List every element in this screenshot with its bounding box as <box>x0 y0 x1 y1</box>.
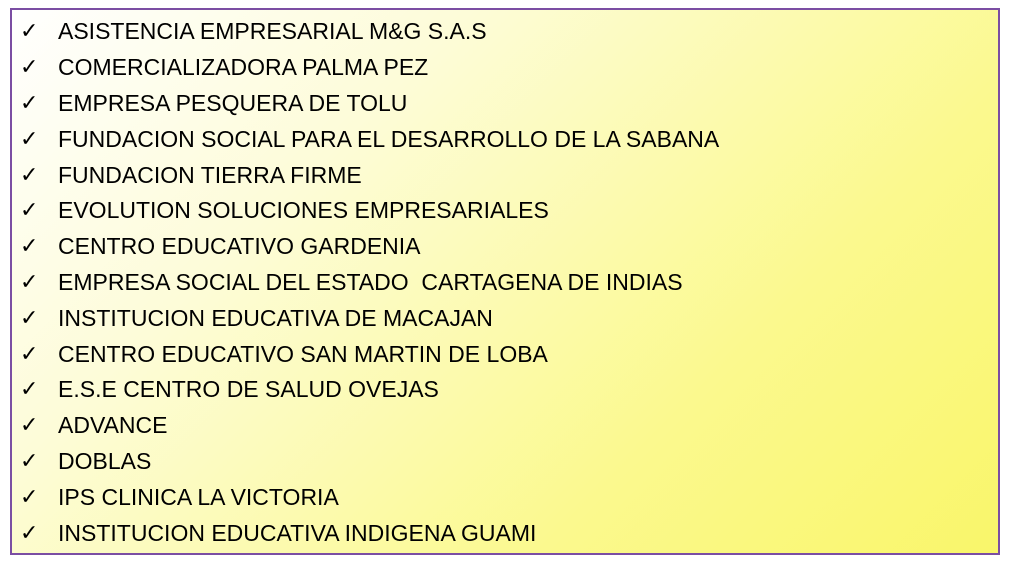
list-item-label: EVOLUTION SOLUCIONES EMPRESARIALES <box>58 197 549 224</box>
list-item: ✓ ASISTENCIA EMPRESARIAL M&G S.A.S <box>20 14 990 50</box>
organization-list-panel: ✓ ASISTENCIA EMPRESARIAL M&G S.A.S ✓ COMER… <box>10 8 1000 555</box>
check-mark-icon: ✓ <box>20 126 39 152</box>
list-item-label: ASISTENCIA EMPRESARIAL M&G S.A.S <box>58 18 487 45</box>
check-mark-icon: ✓ <box>20 198 39 224</box>
check-mark-icon: ✓ <box>20 484 39 510</box>
list-item: ✓ FUNDACION TIERRA FIRME <box>20 157 990 193</box>
list-item-label: FUNDACION SOCIAL PARA EL DESARROLLO DE L… <box>58 125 720 152</box>
list-item-label: COMERCIALIZADORA PALMA PEZ <box>58 54 429 81</box>
list-item-label: EMPRESA PESQUERA DE TOLU <box>58 89 408 116</box>
list-item-label: ADVANCE <box>58 412 168 439</box>
list-item-label: CENTRO EDUCATIVO SAN MARTIN DE LOBA <box>58 340 548 367</box>
list-item-label: E.S.E CENTRO DE SALUD OVEJAS <box>58 376 439 403</box>
list-item-label: INSTITUCION EDUCATIVA INDIGENA GUAMI <box>58 519 537 546</box>
list-item: ✓ INSTITUCION EDUCATIVA DE MACAJAN <box>20 300 990 336</box>
check-mark-icon: ✓ <box>20 305 39 331</box>
list-item: ✓ CENTRO EDUCATIVO GARDENIA <box>20 229 990 265</box>
check-mark-icon: ✓ <box>20 55 39 81</box>
list-item: ✓ CENTRO EDUCATIVO SAN MARTIN DE LOBA <box>20 336 990 372</box>
organization-list: ✓ ASISTENCIA EMPRESARIAL M&G S.A.S ✓ COMER… <box>20 14 990 551</box>
check-mark-icon: ✓ <box>20 19 39 45</box>
list-item: ✓ EMPRESA PESQUERA DE TOLU <box>20 86 990 122</box>
list-item: ✓ FUNDACION SOCIAL PARA EL DESARROLLO DE … <box>20 121 990 157</box>
list-item: ✓ EMPRESA SOCIAL DEL ESTADO CARTAGENA DE … <box>20 265 990 301</box>
list-item-label: CENTRO EDUCATIVO GARDENIA <box>58 233 421 260</box>
list-item: ✓ IPS CLINICA LA VICTORIA <box>20 479 990 515</box>
check-mark-icon: ✓ <box>20 377 39 403</box>
list-item: ✓ ADVANCE <box>20 408 990 444</box>
check-mark-icon: ✓ <box>20 520 39 546</box>
list-item-label: IPS CLINICA LA VICTORIA <box>58 483 339 510</box>
list-item-label: INSTITUCION EDUCATIVA DE MACAJAN <box>58 304 493 331</box>
list-item: ✓ COMERCIALIZADORA PALMA PEZ <box>20 50 990 86</box>
check-mark-icon: ✓ <box>20 234 39 260</box>
list-item: ✓ E.S.E CENTRO DE SALUD OVEJAS <box>20 372 990 408</box>
check-mark-icon: ✓ <box>20 90 39 116</box>
check-mark-icon: ✓ <box>20 269 39 295</box>
check-mark-icon: ✓ <box>20 448 39 474</box>
list-item: ✓ EVOLUTION SOLUCIONES EMPRESARIALES <box>20 193 990 229</box>
list-item: ✓ DOBLAS <box>20 444 990 480</box>
list-item-label: FUNDACION TIERRA FIRME <box>58 161 362 188</box>
list-item-label: EMPRESA SOCIAL DEL ESTADO CARTAGENA DE I… <box>58 268 683 295</box>
list-item: ✓ INSTITUCION EDUCATIVA INDIGENA GUAMI <box>20 515 990 551</box>
check-mark-icon: ✓ <box>20 162 39 188</box>
check-mark-icon: ✓ <box>20 413 39 439</box>
check-mark-icon: ✓ <box>20 341 39 367</box>
list-item-label: DOBLAS <box>58 447 152 474</box>
